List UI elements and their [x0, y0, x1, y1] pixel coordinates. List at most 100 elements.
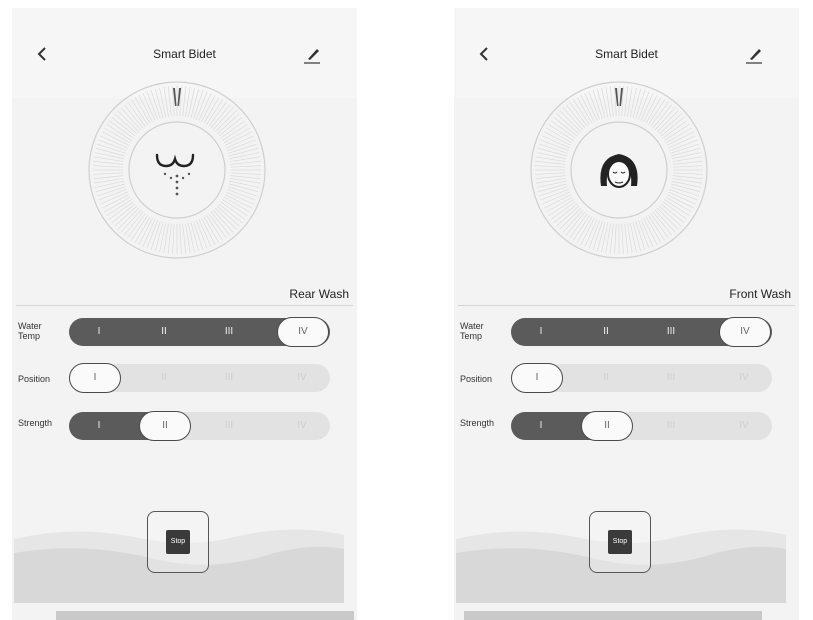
- dial-tick: [645, 216, 662, 243]
- dial-tick: [672, 165, 703, 168]
- slider-knob[interactable]: I: [69, 363, 121, 393]
- dial-tick: [535, 175, 566, 180]
- dial-tick: [648, 215, 666, 241]
- strength-label: Strength: [18, 418, 53, 428]
- level-tick: III: [224, 372, 234, 383]
- level-tick: III: [666, 420, 676, 431]
- dial-tick: [95, 147, 125, 157]
- position-slider[interactable]: I II III IV: [69, 363, 330, 393]
- dial-tick: [671, 183, 701, 193]
- level-tick: II: [603, 372, 609, 383]
- dial-tick: [230, 160, 261, 165]
- level-tick: I: [97, 326, 101, 337]
- dial-tick: [206, 215, 224, 241]
- level-tick: IV: [739, 420, 749, 431]
- slider-knob[interactable]: IV: [719, 317, 771, 347]
- dial-tick: [222, 199, 248, 217]
- dial-tick: [596, 222, 606, 252]
- water-temp-slider[interactable]: I II III IV: [69, 317, 330, 347]
- dial-tick: [206, 99, 224, 125]
- stop-frame: Stop: [147, 511, 209, 573]
- dial-tick: [108, 201, 134, 220]
- level-tick: II: [603, 326, 609, 337]
- dial-tick: [93, 175, 124, 180]
- dial-tick: [550, 120, 576, 139]
- slider-knob[interactable]: II: [581, 411, 633, 441]
- dial-tick: [93, 172, 124, 175]
- edit-icon[interactable]: [742, 44, 764, 66]
- dial-tick: [106, 123, 132, 141]
- dial-tick: [223, 196, 250, 213]
- dial-tick: [572, 99, 590, 125]
- slider-knob[interactable]: IV: [277, 317, 329, 347]
- dial-tick: [665, 196, 692, 213]
- dial-tick: [117, 207, 140, 230]
- strength-label: Strength: [460, 418, 495, 428]
- dial-tick: [672, 172, 703, 175]
- dial-tick: [656, 207, 679, 230]
- dial-tick: [648, 99, 666, 125]
- dial-tick: [550, 201, 576, 220]
- dial-tick: [127, 101, 146, 127]
- level-tick: I: [97, 420, 101, 431]
- strength-slider[interactable]: I II III IV: [511, 411, 772, 441]
- level-tick: I: [539, 326, 543, 337]
- slider-knob[interactable]: I: [511, 363, 563, 393]
- dial-tick: [134, 97, 151, 124]
- dial-tick: [559, 207, 582, 230]
- dial-tick: [229, 147, 259, 157]
- wash-dial[interactable]: [87, 80, 267, 260]
- position-label: Position: [18, 374, 51, 384]
- dial-tick: [546, 196, 573, 213]
- edit-icon[interactable]: [300, 44, 322, 66]
- dial-tick: [104, 196, 131, 213]
- wash-dial[interactable]: [529, 80, 709, 260]
- dial-tick: [576, 97, 593, 124]
- dial-tick: [535, 160, 566, 165]
- level-tick: I: [539, 420, 543, 431]
- stop-button[interactable]: Stop: [608, 530, 632, 554]
- water-temp-label: Water Temp: [460, 321, 484, 341]
- position-slider[interactable]: I II III IV: [511, 363, 772, 393]
- dial-tick: [576, 216, 593, 243]
- stop-button[interactable]: Stop: [166, 530, 190, 554]
- dial-tick: [624, 86, 629, 117]
- dial-tick: [203, 97, 220, 124]
- dial-tick: [632, 88, 642, 118]
- dial-tick: [671, 147, 701, 157]
- dial-tick: [214, 110, 237, 133]
- dial-tick: [572, 215, 590, 241]
- dial-tick: [632, 222, 642, 252]
- dial-tick: [179, 223, 182, 254]
- dial-tick: [645, 97, 662, 124]
- dial-tick: [672, 160, 703, 165]
- dial-tick: [609, 223, 614, 254]
- level-tick: III: [224, 420, 234, 431]
- slider-knob[interactable]: II: [139, 411, 191, 441]
- dial-tick: [624, 223, 629, 254]
- dial-tick: [208, 101, 227, 127]
- dial-tick: [546, 127, 573, 144]
- divider: [16, 305, 353, 306]
- level-tick: II: [161, 372, 167, 383]
- water-temp-slider[interactable]: I II III IV: [511, 317, 772, 347]
- dial-tick: [130, 215, 148, 241]
- dial-tick: [106, 199, 132, 217]
- strength-slider[interactable]: I II III IV: [69, 411, 330, 441]
- front-wash-panel: Smart Bidet Front Wash Water Temp I II I…: [454, 8, 799, 620]
- dial-tick: [662, 201, 688, 220]
- dial-tick: [650, 213, 669, 239]
- position-label: Position: [460, 374, 493, 384]
- dial-tick: [154, 88, 164, 118]
- dial-tick: [596, 88, 606, 118]
- dial-tick: [569, 213, 588, 239]
- dial-tick: [614, 223, 617, 254]
- dial-tick: [182, 86, 187, 117]
- dial-tick: [672, 175, 703, 180]
- dial-tick: [203, 216, 220, 243]
- dial-tick: [230, 172, 261, 175]
- dial-tick: [223, 127, 250, 144]
- wash-mode-label: Front Wash: [729, 287, 791, 301]
- level-tick: III: [666, 326, 676, 337]
- wash-mode-label: Rear Wash: [289, 287, 349, 301]
